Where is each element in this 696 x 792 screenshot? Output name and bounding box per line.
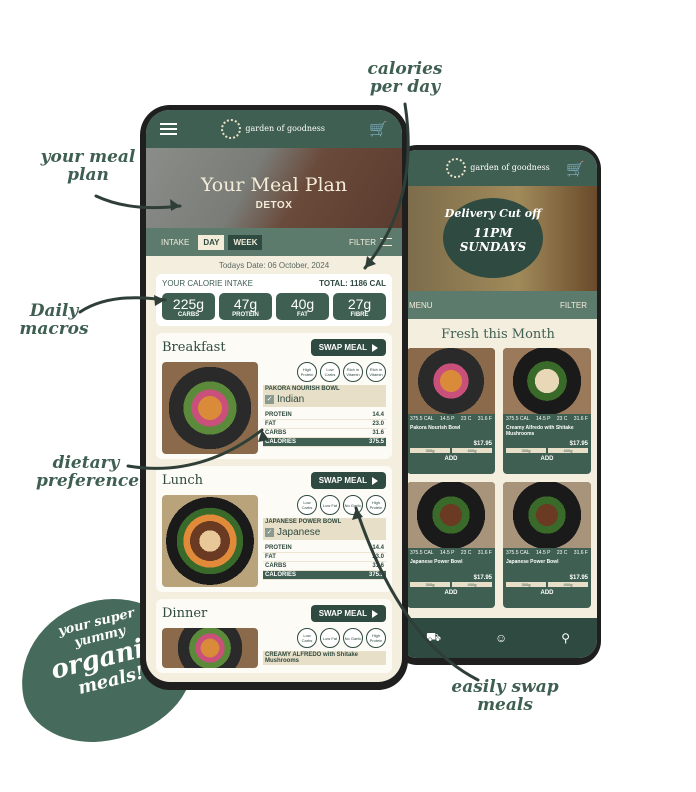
annotation-swap: easily swap meals xyxy=(451,677,559,715)
nutrition-row: CARBS 31.6 xyxy=(263,430,386,438)
add-button[interactable]: ADD xyxy=(407,456,495,462)
menu-icon[interactable] xyxy=(160,123,177,135)
front-header: garden of goodness 🛒 xyxy=(146,110,402,148)
meal-name: JAPANESE POWER BOWL xyxy=(263,518,386,526)
add-button[interactable]: ADD xyxy=(503,456,591,462)
hero-title: Your Meal Plan xyxy=(200,174,348,196)
macro-fibre: 27g FIBRE xyxy=(333,293,386,320)
account-icon[interactable]: ☺ xyxy=(495,631,507,645)
diet-badge: High Protein xyxy=(366,628,386,648)
back-filter[interactable]: FILTER xyxy=(560,301,587,310)
cart-icon[interactable]: 🛒 xyxy=(369,120,388,138)
nutrition-row: CARBS 31.6 xyxy=(263,563,386,571)
hero-banner: Your Meal Plan DETOX xyxy=(146,148,402,228)
delivery-bubble: Delivery Cut off 11PM SUNDAYS xyxy=(443,198,543,278)
product-grid: 375.5 CAL 14.5 P 23 C 31.6 F Pakora Nourish… xyxy=(399,348,597,608)
nutrition-row: FAT 23.0 xyxy=(263,421,386,429)
tab-week[interactable]: WEEK xyxy=(228,234,263,250)
diet-badge: Low Carbs xyxy=(297,495,317,515)
annotation-meal-plan: your meal plan xyxy=(40,147,136,185)
back-logo[interactable]: garden of goodness xyxy=(446,158,550,178)
diet-badge: Low Fat xyxy=(320,495,340,515)
back-hero-banner: Delivery Cut off 11PM SUNDAYS xyxy=(399,186,597,291)
search-icon[interactable]: ⚲ xyxy=(561,631,570,645)
front-logo[interactable]: garden of goodness xyxy=(221,119,325,139)
swap-meal-button[interactable]: SWAP MEAL xyxy=(310,339,386,356)
calorie-intake-panel: YOUR CALORIE INTAKE TOTAL: 1186 CAL 225g… xyxy=(156,274,392,326)
tab-intake[interactable]: INTAKE xyxy=(156,235,194,250)
diet-badge: Low Carbs xyxy=(297,628,317,648)
fresh-heading: Fresh this Month xyxy=(441,327,555,342)
logo-flower-icon xyxy=(446,158,467,178)
back-tabbar: MENU FILTER xyxy=(399,291,597,319)
meal-name: CREAMY ALFREDO with Shitake Mushrooms xyxy=(263,651,386,665)
swap-meal-button[interactable]: SWAP MEAL xyxy=(310,472,386,489)
annotation-macros: Daily macros xyxy=(19,301,89,339)
diet-badge: No Garlic xyxy=(343,495,363,515)
nutrition-row-calories: CALORIES 375.5 xyxy=(263,438,386,447)
product-image xyxy=(407,348,495,414)
product-image xyxy=(503,482,591,548)
checkbox-icon: ✓ xyxy=(265,528,274,537)
logo-flower-icon xyxy=(221,119,242,139)
annotation-calories: calories per day xyxy=(367,59,443,97)
play-icon xyxy=(372,343,378,352)
add-button[interactable]: ADD xyxy=(407,590,495,596)
todays-date: Todays Date: 06 October, 2024 xyxy=(218,261,330,270)
intake-label: YOUR CALORIE INTAKE xyxy=(162,279,253,288)
swap-meal-button[interactable]: SWAP MEAL xyxy=(310,605,386,622)
macro-protein: 47g PROTEIN xyxy=(219,293,272,320)
meal-image xyxy=(162,495,258,587)
meal-name: PAKORA NOURISH BOWL xyxy=(263,385,386,393)
nutrition-row: PROTEIN 14.4 xyxy=(263,412,386,420)
back-cart-icon[interactable]: 🛒 xyxy=(566,160,585,178)
meal-title: Lunch xyxy=(162,473,204,488)
view-tabbar: INTAKE DAY WEEK FILTER xyxy=(146,228,402,256)
diet-badge: High Protein xyxy=(366,495,386,515)
tab-day[interactable]: DAY xyxy=(198,234,225,250)
product-image xyxy=(503,348,591,414)
diet-badge: No Garlic xyxy=(343,628,363,648)
annotation-dietary: dietary preference xyxy=(36,453,140,491)
diet-badge: Rich in Vitamin xyxy=(343,362,363,382)
meal-image xyxy=(162,362,258,454)
product-image xyxy=(407,482,495,548)
product-card[interactable]: 375.5 CAL 14.5 P 23 C 31.6 F Japanese Power… xyxy=(407,482,495,608)
nutrition-row: FAT 23.0 xyxy=(263,554,386,562)
macros-row: 225g CARBS 47g PROTEIN 40g FAT 27g FIBRE xyxy=(162,293,386,320)
nutrition-row-calories: CALORIES 375.5 xyxy=(263,571,386,580)
intake-total: TOTAL: 1186 CAL xyxy=(319,279,386,288)
checkbox-icon: ✓ xyxy=(265,395,274,404)
diet-badge: High Protein xyxy=(297,362,317,382)
meal-title: Dinner xyxy=(162,606,208,621)
macro-fat: 40g FAT xyxy=(276,293,329,320)
dietary-preference[interactable]: ✓ Japanese xyxy=(263,526,386,540)
macro-carbs: 225g CARBS xyxy=(162,293,215,320)
meal-breakfast: Breakfast SWAP MEAL High Protein Low Car… xyxy=(156,333,392,459)
product-card[interactable]: 375.5 CAL 14.5 P 23 C 31.6 F Pakora Nourish… xyxy=(407,348,495,474)
back-menu-tab[interactable]: MENU xyxy=(409,301,433,310)
play-icon xyxy=(372,609,378,618)
diet-badge: Rich in Vitamin xyxy=(366,362,386,382)
hero-subtitle: DETOX xyxy=(255,200,293,211)
dietary-preference[interactable]: ✓ Indian xyxy=(263,393,386,407)
front-phone-screen: garden of goodness 🛒 Your Meal Plan DETO… xyxy=(146,110,402,682)
meal-title: Breakfast xyxy=(162,340,226,355)
nutrition-row: PROTEIN 14.4 xyxy=(263,545,386,553)
meal-lunch: Lunch SWAP MEAL Low Carbs Low Fat No Gar… xyxy=(156,466,392,592)
filter-icon xyxy=(380,238,392,246)
back-phone-screen: garden of goodness 🛒 Delivery Cut off 11… xyxy=(399,150,597,658)
meal-image xyxy=(162,628,258,668)
product-card[interactable]: 375.5 CAL 14.5 P 23 C 31.6 F Japanese Power… xyxy=(503,482,591,608)
diet-badge: Low Carbs xyxy=(320,362,340,382)
product-card[interactable]: 375.5 CAL 14.5 P 23 C 31.6 F Creamy Alfredo… xyxy=(503,348,591,474)
delivery-truck-icon[interactable]: ⛟ xyxy=(426,630,441,646)
play-icon xyxy=(372,476,378,485)
filter-button[interactable]: FILTER xyxy=(349,238,392,247)
meal-dinner: Dinner SWAP MEAL Low Carbs Low Fat No Ga… xyxy=(156,599,392,673)
diet-badge: Low Fat xyxy=(320,628,340,648)
back-header: garden of goodness 🛒 xyxy=(399,150,597,186)
back-bottom-nav: ⛟ ☺ ⚲ xyxy=(399,618,597,658)
add-button[interactable]: ADD xyxy=(503,590,591,596)
